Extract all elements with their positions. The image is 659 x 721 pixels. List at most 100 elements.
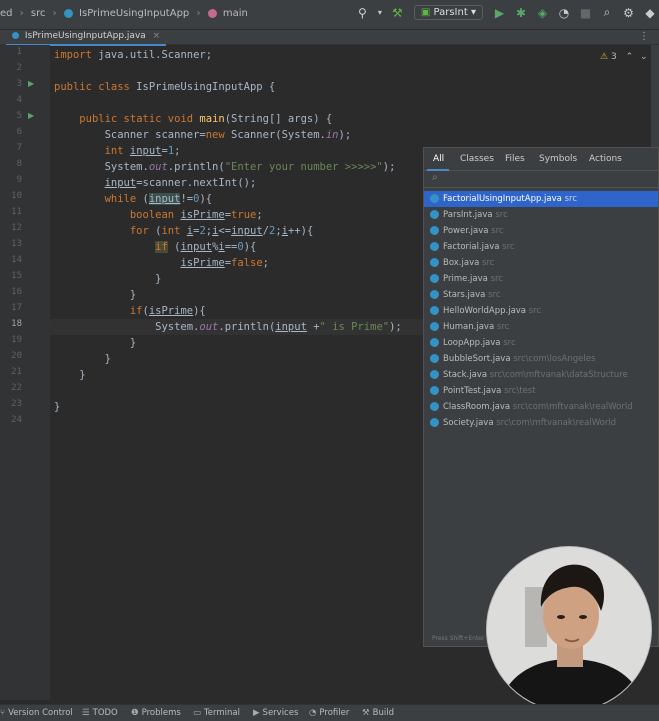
tool-profiler[interactable]: ◔ Profiler	[309, 708, 349, 718]
breadcrumb-file[interactable]: IsPrimeUsingInputApp	[79, 8, 189, 19]
search-tabs: All Classes Files Symbols Actions	[424, 148, 658, 171]
tool-services[interactable]: ▶ Services	[253, 708, 298, 718]
code-line: }	[54, 273, 162, 285]
search-input[interactable]: ⌕	[424, 171, 658, 188]
navigation-bar: ed › src › IsPrimeUsingInputApp › main ⚲…	[0, 0, 659, 30]
line-number: 18	[11, 319, 22, 329]
line-number: 17	[11, 303, 22, 313]
run-gutter-icon[interactable]: ▶	[28, 111, 34, 120]
tab-isprimeusinginputapp[interactable]: IsPrimeUsingInputApp.java ×	[6, 30, 167, 46]
line-number: 11	[11, 207, 22, 217]
code-line: }	[54, 337, 137, 349]
breadcrumb-method[interactable]: main	[223, 8, 248, 19]
ide-logo-icon[interactable]: ◆	[642, 6, 658, 20]
class-icon	[430, 322, 439, 331]
hammer-build-icon[interactable]: ⚒	[389, 6, 405, 20]
editor-tab-bar: IsPrimeUsingInputApp.java × ⋮	[0, 30, 659, 46]
tab-actions[interactable]: Actions	[589, 154, 622, 164]
list-item[interactable]: HelloWorldApp.java src	[424, 303, 658, 319]
debug-icon[interactable]: ✱	[513, 6, 529, 20]
code-line: if (input%i==0){	[155, 241, 257, 253]
terminal-icon: ▭	[193, 708, 202, 718]
list-item[interactable]: Prime.java src	[424, 271, 658, 287]
chevron-down-icon[interactable]: ⌄	[640, 52, 648, 62]
right-tool-strip	[651, 45, 659, 155]
tool-window-bar: ⑂ Version Control ☰ TODO ❶ Problems ▭ Termin…	[0, 704, 659, 721]
more-tabs-icon[interactable]: ⋮	[639, 31, 649, 42]
list-item[interactable]: FactorialUsingInputApp.java src	[424, 191, 658, 207]
chevron-up-icon[interactable]: ⌃	[626, 52, 634, 62]
warning-icon: ⚠	[600, 52, 609, 62]
tab-classes[interactable]: Classes	[460, 154, 494, 164]
class-icon	[430, 258, 439, 267]
warning-count: 3	[610, 52, 617, 62]
list-item[interactable]: ClassRoom.java src\com\mftvanak\realWorl…	[424, 399, 658, 415]
user-icon[interactable]: ⚲	[354, 6, 370, 20]
stop-icon[interactable]: ■	[578, 6, 594, 20]
tool-terminal[interactable]: ▭ Terminal	[193, 708, 240, 718]
code-line: isPrime=false;	[180, 257, 269, 269]
code-line: while (input!=0){	[104, 193, 213, 205]
line-number: 3	[16, 79, 22, 89]
tab-symbols[interactable]: Symbols	[539, 154, 577, 164]
run-configuration-label: ParsInt	[433, 7, 468, 18]
list-item[interactable]: ParsInt.java src	[424, 207, 658, 223]
code-line: System.out.println("Enter your number >>…	[54, 161, 396, 173]
breadcrumb-project[interactable]: ed	[0, 8, 13, 19]
code-line: Scanner scanner=new Scanner(System.in);	[54, 129, 352, 141]
line-number: 20	[11, 351, 22, 361]
list-item[interactable]: Society.java src\com\mftvanak\realWorld	[424, 415, 658, 431]
run-configuration-select[interactable]: ▣ ParsInt ▾	[413, 5, 483, 20]
line-number: 23	[11, 399, 22, 409]
line-number: 6	[16, 127, 22, 137]
coverage-icon[interactable]: ◈	[535, 6, 551, 20]
line-number: 4	[16, 95, 22, 105]
line-number: 14	[11, 255, 22, 265]
class-icon	[430, 194, 439, 203]
breadcrumb-separator: ›	[52, 8, 57, 19]
tool-todo[interactable]: ☰ TODO	[82, 708, 118, 718]
run-icon[interactable]: ▶	[492, 6, 508, 20]
inspection-widget[interactable]: ⚠ 3 ⌃ ⌄	[600, 52, 648, 62]
profile-icon[interactable]: ◔	[556, 6, 572, 20]
tool-build[interactable]: ⚒ Build	[362, 708, 394, 718]
class-icon	[430, 306, 439, 315]
tab-files[interactable]: Files	[505, 154, 525, 164]
class-icon	[430, 370, 439, 379]
line-number: 22	[11, 383, 22, 393]
run-config-icon: ▣	[420, 7, 431, 18]
list-item[interactable]: PointTest.java src\test	[424, 383, 658, 399]
list-item[interactable]: LoopApp.java src	[424, 335, 658, 351]
class-icon	[430, 354, 439, 363]
code-line: int input=1;	[104, 145, 181, 157]
list-item[interactable]: BubbleSort.java src\com\losAngeles	[424, 351, 658, 367]
code-line: if(isPrime){	[129, 305, 206, 317]
search-icon[interactable]: ⌕	[599, 5, 615, 20]
line-number: 10	[11, 191, 22, 201]
chevron-down-icon[interactable]: ▾	[376, 8, 384, 17]
list-item[interactable]: Box.java src	[424, 255, 658, 271]
tab-all[interactable]: All	[433, 154, 444, 164]
list-item[interactable]: Stack.java src\com\mftvanak\dataStructur…	[424, 367, 658, 383]
list-item[interactable]: Human.java src	[424, 319, 658, 335]
list-item[interactable]: Factorial.java src	[424, 239, 658, 255]
line-number: 1	[16, 47, 22, 57]
line-number: 24	[11, 415, 22, 425]
problems-icon: ❶	[131, 708, 139, 718]
class-icon	[430, 274, 439, 283]
list-item[interactable]: Power.java src	[424, 223, 658, 239]
list-item[interactable]: Stars.java src	[424, 287, 658, 303]
chevron-down-icon: ▾	[470, 7, 476, 18]
class-icon	[430, 418, 439, 427]
class-icon	[430, 242, 439, 251]
close-icon[interactable]: ×	[153, 31, 161, 41]
line-number: 2	[16, 63, 22, 73]
breadcrumb-folder[interactable]: src	[31, 8, 46, 19]
presenter-image	[487, 547, 651, 711]
run-gutter-icon[interactable]: ▶	[28, 79, 34, 88]
tool-problems[interactable]: ❶ Problems	[131, 708, 181, 718]
gear-icon[interactable]: ⚙	[621, 6, 637, 20]
class-icon	[430, 226, 439, 235]
line-number: 12	[11, 223, 22, 233]
tool-version-control[interactable]: ⑂ Version Control	[0, 708, 73, 718]
